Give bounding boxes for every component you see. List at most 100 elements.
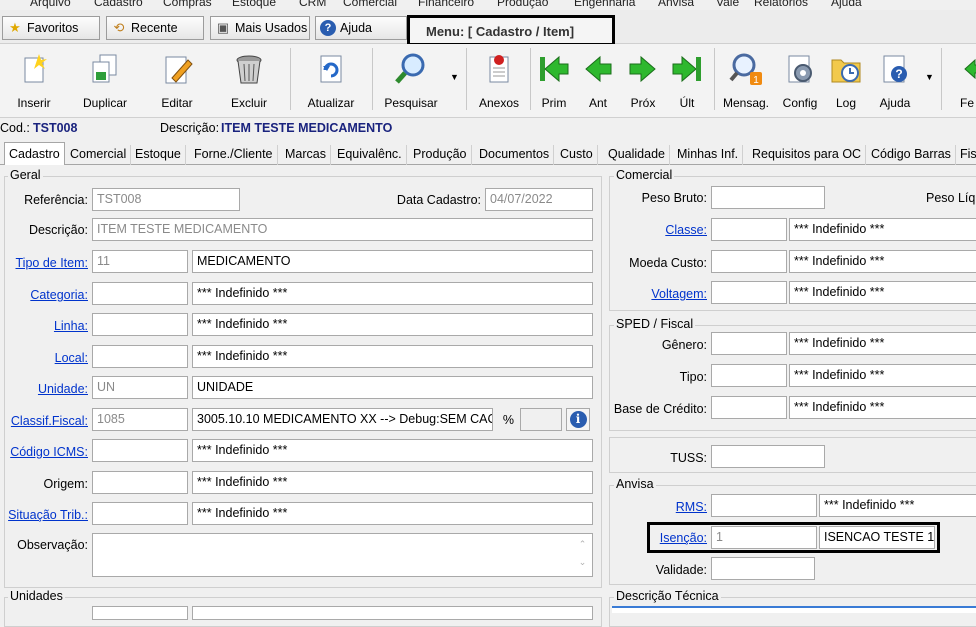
comercial-title: Comercial [614,168,675,182]
unidade-link[interactable]: Unidade: [4,382,88,396]
ajuda-shortcut-button[interactable]: ? Ajuda [315,16,407,40]
exit-icon [964,58,976,80]
proximo-button[interactable]: Próx [625,50,661,114]
info-button[interactable]: i [566,408,590,431]
previous-record-icon [585,55,612,83]
classe-link[interactable]: Classe: [612,223,707,237]
mais-usados-button[interactable]: ▣ Mais Usados [210,16,310,40]
menu-relatorios[interactable]: Relatórios [754,0,808,9]
ajuda-dropdown-icon[interactable]: ▼ [925,72,934,82]
menu-cadastro[interactable]: Cadastro [94,0,143,9]
editar-button[interactable]: Editar [150,50,204,114]
menu-comercial[interactable]: Comercial [343,0,397,9]
unidade-code-field[interactable]: UN [92,376,188,399]
descricao-field[interactable]: ITEM TESTE MEDICAMENTO [92,218,593,241]
recente-button[interactable]: ⟲ Recente [106,16,204,40]
tab-fornecedor-cliente[interactable]: Forne./Cliente [190,145,278,165]
classif-fiscal-code-field[interactable]: 1085 [92,408,188,431]
log-button[interactable]: Log [826,50,866,114]
data-cadastro-field[interactable]: 04/07/2022 [485,188,593,211]
excluir-button[interactable]: Excluir [222,50,276,114]
tab-marcas[interactable]: Marcas [281,145,331,165]
ultimo-button[interactable]: Últ [669,50,705,114]
config-button[interactable]: Config [778,50,822,114]
codigo-icms-link[interactable]: Código ICMS: [4,445,88,459]
duplicar-button[interactable]: Duplicar [76,50,134,114]
shortcut-bar: ★ Favoritos ⟲ Recente ▣ Mais Usados ? Ajuda … [0,10,976,46]
observacao-textarea[interactable] [92,533,593,577]
menu-producao[interactable]: Produção [497,0,548,9]
rms-link[interactable]: RMS: [612,500,707,514]
classe-desc-field: *** Indefinido *** [789,218,976,241]
anterior-button[interactable]: Ant [580,50,616,114]
tab-qualidade[interactable]: Qualidade [604,145,670,165]
tab-cadastro[interactable]: Cadastro [4,142,65,166]
menu-arquivo[interactable]: Arquivo [30,0,71,9]
monitor-icon: ▣ [216,20,230,35]
ajuda-toolbar-button[interactable]: ? Ajuda [872,50,918,114]
genero-code-field[interactable] [711,332,787,355]
sped-tipo-code-field[interactable] [711,364,787,387]
inserir-button[interactable]: Inserir [6,50,62,114]
menu-engenharia[interactable]: Engenharia [574,0,635,9]
tipo-item-link[interactable]: Tipo de Item: [4,256,89,270]
situacao-trib-code-field[interactable] [92,502,188,525]
origem-code-field[interactable] [92,471,188,494]
menu-crm[interactable]: CRM [299,0,326,9]
tab-equivalencias[interactable]: Equivalênc. [333,145,407,165]
validade-field[interactable] [711,557,815,580]
descricao-tecnica-editor[interactable] [612,606,976,613]
menu-ajuda[interactable]: Ajuda [831,0,862,9]
first-record-icon [540,55,569,83]
classe-code-field[interactable] [711,218,787,241]
tab-comercial[interactable]: Comercial [66,145,132,165]
categoria-code-field[interactable] [92,282,188,305]
menu-anvisa[interactable]: Anvisa [658,0,694,9]
fechar-button[interactable]: Fe [948,50,976,114]
categoria-link[interactable]: Categoria: [4,288,88,302]
geral-title: Geral [8,168,43,182]
favoritos-button[interactable]: ★ Favoritos [2,16,100,40]
rms-code-field[interactable] [711,494,817,517]
peso-bruto-field[interactable] [711,186,825,209]
voltagem-code-field[interactable] [711,281,787,304]
tab-requisitos-oc[interactable]: Requisitos para OC [748,145,867,165]
tab-codigo-barras[interactable]: Código Barras [867,145,956,165]
unidades-code-field[interactable] [92,606,188,620]
referencia-field[interactable]: TST008 [92,188,240,211]
tab-custo[interactable]: Custo [556,145,598,165]
moeda-custo-code-field[interactable] [711,250,787,273]
voltagem-link[interactable]: Voltagem: [612,287,707,301]
tab-producao[interactable]: Produção [409,145,472,165]
percentual-field[interactable] [520,408,562,431]
tuss-field[interactable] [711,445,825,468]
menu-estoque[interactable]: Estoque [232,0,276,9]
log-icon [831,59,861,83]
anexos-button[interactable]: Anexos [474,50,524,114]
menu-financeiro[interactable]: Financeiro [418,0,474,9]
situacao-trib-link[interactable]: Situação Trib.: [4,508,88,522]
tab-documentos[interactable]: Documentos [475,145,555,165]
linha-code-field[interactable] [92,313,188,336]
tab-minhas-inf[interactable]: Minhas Inf. [673,145,744,165]
tipo-item-code-field[interactable]: 11 [92,250,188,273]
pesquisar-button[interactable]: Pesquisar [378,50,444,114]
pesquisar-dropdown-icon[interactable]: ▼ [450,72,459,82]
next-record-icon [629,55,656,83]
codigo-icms-code-field[interactable] [92,439,188,462]
tab-estoque[interactable]: Estoque [131,145,186,165]
sped-tipo-desc-field: *** Indefinido *** [789,364,976,387]
local-link[interactable]: Local: [4,351,88,365]
tab-fiscal[interactable]: Fis [956,145,976,165]
menu-compras[interactable]: Compras [163,0,212,9]
classif-fiscal-link[interactable]: Classif.Fiscal: [4,414,88,428]
local-code-field[interactable] [92,345,188,368]
menu-vale[interactable]: Vale [716,0,739,9]
atualizar-button[interactable]: Atualizar [302,50,360,114]
primeiro-button[interactable]: Prim [536,50,572,114]
base-credito-code-field[interactable] [711,396,787,419]
linha-link[interactable]: Linha: [4,319,88,333]
observacao-scrollbar[interactable]: ⌃ ⌄ [574,535,591,575]
history-icon: ⟲ [113,20,125,35]
mensagens-button[interactable]: 1 Mensag. [720,50,772,114]
